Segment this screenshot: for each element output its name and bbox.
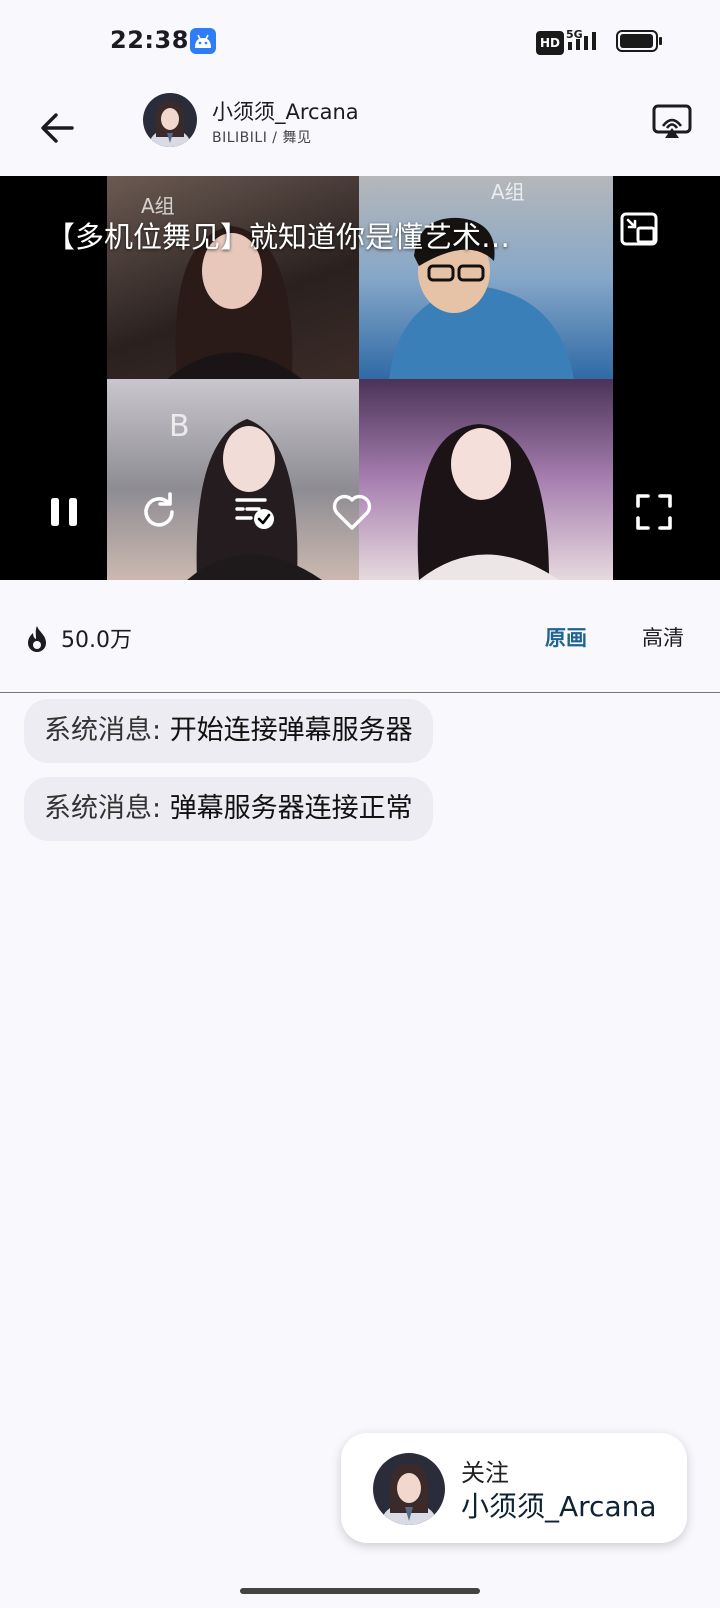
video-title: 【多机位舞见】就知道你是懂艺术… [46,220,511,254]
screen-cast-icon[interactable] [648,98,696,146]
favorite-heart-icon[interactable] [328,488,376,536]
video-quadrant-top-right: A组 [359,176,613,379]
message-prefix: 系统消息: [44,793,170,824]
fullscreen-icon[interactable] [630,488,678,536]
video-player[interactable]: A组 A组 B 【多机位舞见】就知道你是懂艺术… [0,176,720,580]
battery-icon [616,30,662,52]
refresh-icon[interactable] [135,488,183,536]
video-quadrant-bottom-left: B [107,379,359,580]
network-label: 5G [566,28,583,41]
follow-label: 关注 [461,1459,509,1487]
quality-option-original[interactable]: 原画 [545,622,587,652]
status-time: 22:38 [110,26,189,54]
streamer-platform-category: BILIBILI / 舞见 [212,130,312,146]
follow-streamer-card[interactable]: 关注 小须须_Arcana [341,1433,687,1543]
pause-icon[interactable] [40,488,88,536]
video-quadrant-top-left: A组 [107,176,359,379]
follow-card-name: 小须须_Arcana [461,1490,657,1523]
android-app-icon [190,28,216,54]
message-prefix: 系统消息: [44,715,170,746]
danmaku-settings-icon[interactable] [231,488,279,536]
chat-message: 系统消息: 弹幕服务器连接正常 [24,777,433,841]
gesture-home-bar[interactable] [240,1588,480,1594]
popularity-fire-icon [28,626,46,652]
picture-in-picture-icon[interactable] [616,206,664,254]
quadrant-label: A组 [491,180,525,204]
popularity-count: 50.0万 [61,628,132,653]
signal-5g-icon: 5G [566,28,596,50]
quality-option-hd[interactable]: 高清 [642,622,684,652]
quadrant-label: B [169,409,190,444]
live-info-row: 50.0万 原画 高清 [0,580,720,693]
top-app-bar: 小须须_Arcana BILIBILI / 舞见 [0,80,720,176]
message-text: 开始连接弹幕服务器 [169,715,413,746]
message-text: 弹幕服务器连接正常 [169,793,413,824]
status-bar: 22:38 HD 5G [0,0,720,80]
chat-message: 系统消息: 开始连接弹幕服务器 [24,699,433,763]
streamer-avatar[interactable] [143,93,197,147]
follow-card-avatar [373,1453,445,1525]
back-arrow-icon[interactable] [34,100,90,156]
hd-badge-icon: HD [536,31,564,55]
video-quadrant-bottom-right [359,379,613,580]
streamer-name: 小须须_Arcana [212,100,359,124]
